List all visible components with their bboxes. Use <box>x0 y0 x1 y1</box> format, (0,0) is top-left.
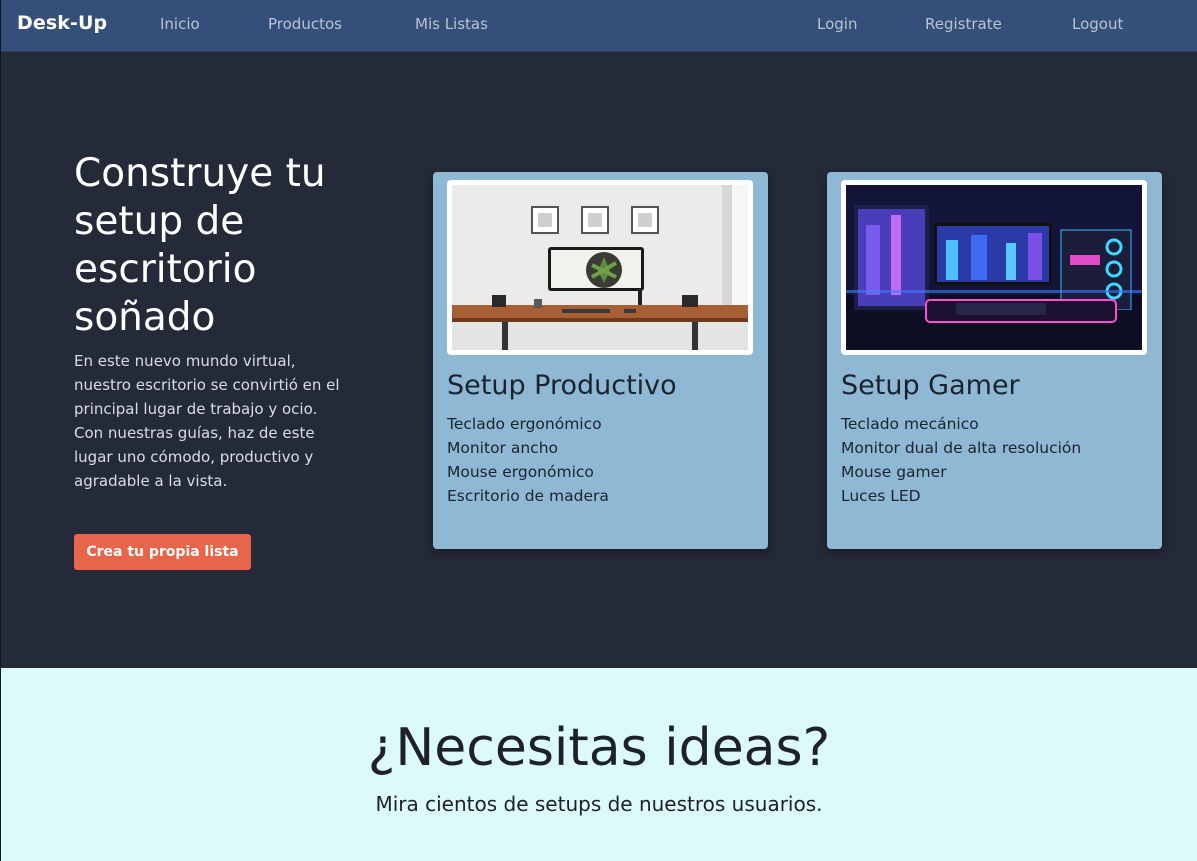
nav-link-mis-listas[interactable]: Mis Listas <box>415 15 488 33</box>
gaming-photo-image <box>846 185 1142 350</box>
list-item: Escritorio de madera <box>447 487 609 505</box>
card-list-productivo: Teclado ergonómico Monitor ancho Mouse e… <box>447 412 609 508</box>
brand-logo[interactable]: Desk-Up <box>17 12 107 34</box>
card-title-gamer: Setup Gamer <box>841 370 1020 401</box>
setup-card-productivo[interactable]: Setup Productivo Teclado ergonómico Moni… <box>433 172 768 549</box>
hero-title: Construye tu setup de escritorio soñado <box>74 151 326 340</box>
ideas-title: ¿Necesitas ideas? <box>367 718 831 778</box>
list-item: Mouse gamer <box>841 463 947 481</box>
nav-link-logout[interactable]: Logout <box>1072 15 1123 33</box>
desk-photo-image <box>452 185 748 350</box>
card-list-gamer: Teclado mecánico Monitor dual de alta re… <box>841 412 1081 508</box>
hero-section: Construye tu setup de escritorio soñado … <box>1 52 1197 668</box>
nav-link-inicio[interactable]: Inicio <box>160 15 200 33</box>
create-list-button[interactable]: Crea tu propia lista <box>74 534 251 570</box>
nav-link-login[interactable]: Login <box>817 15 857 33</box>
list-item: Teclado ergonómico <box>447 415 602 433</box>
setup-gamer-image <box>841 180 1147 355</box>
navbar: Desk-Up Inicio Productos Mis Listas Logi… <box>1 0 1197 52</box>
list-item: Teclado mecánico <box>841 415 979 433</box>
list-item: Monitor dual de alta resolución <box>841 439 1082 457</box>
list-item: Monitor ancho <box>447 439 558 457</box>
card-title-productivo: Setup Productivo <box>447 370 677 401</box>
list-item: Luces LED <box>841 487 921 505</box>
setup-productivo-image <box>447 180 753 355</box>
hero-description: En este nuevo mundo virtual, nuestro esc… <box>74 352 340 490</box>
ideas-subtitle: Mira cientos de setups de nuestros usuar… <box>375 792 823 816</box>
nav-link-productos[interactable]: Productos <box>268 15 342 33</box>
list-item: Mouse ergonómico <box>447 463 594 481</box>
setup-card-gamer[interactable]: Setup Gamer Teclado mecánico Monitor dua… <box>827 172 1162 549</box>
ideas-section: ¿Necesitas ideas? Mira cientos de setups… <box>1 668 1197 861</box>
nav-link-registrate[interactable]: Registrate <box>925 15 1002 33</box>
